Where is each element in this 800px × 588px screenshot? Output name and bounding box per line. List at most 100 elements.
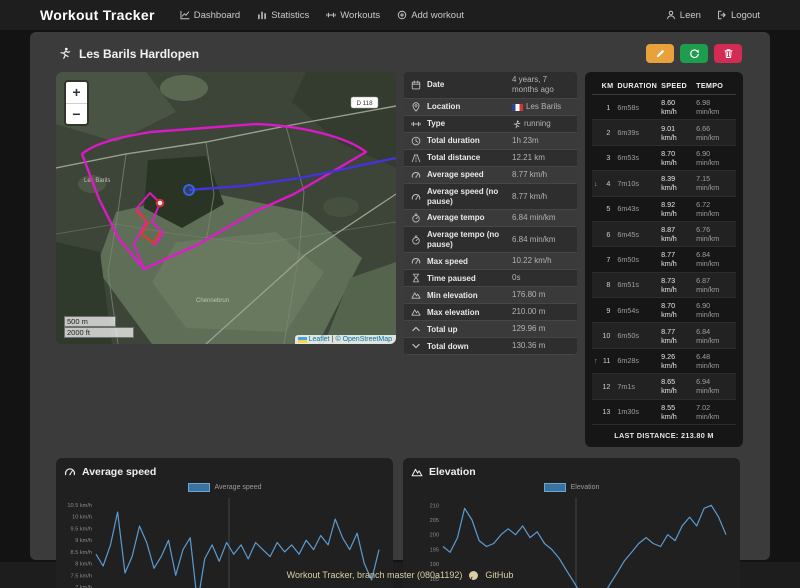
splits-tempo: 7.15 min/km	[694, 170, 736, 197]
pin-icon	[411, 102, 421, 112]
clock-icon	[411, 136, 421, 146]
detail-label: Total down	[427, 341, 469, 351]
splits-speed: 8.70 km/h	[659, 145, 695, 172]
splits-duration: 1m30s	[615, 399, 660, 425]
speed-chart-title-text: Average speed	[82, 465, 157, 478]
splits-duration: 6m45s	[615, 221, 660, 248]
detail-value-text: Les Barils	[526, 102, 562, 111]
splits-duration: 6m58s	[615, 94, 660, 121]
nav-item-label: Add workout	[411, 9, 464, 21]
marker-cell	[592, 246, 600, 273]
nav-user[interactable]: Leen	[666, 10, 701, 21]
legend-label: Average speed	[214, 483, 262, 491]
splits-speed: 8.39 km/h	[659, 170, 695, 197]
splits-km: 13	[599, 399, 616, 425]
splits-tempo: 6.84 min/km	[694, 246, 736, 273]
detail-row: Average tempo 6.84 min/km	[404, 210, 577, 228]
splits-speed: 8.87 km/h	[659, 221, 695, 248]
route-map[interactable]: Les Barils Chennebrun D 118 + − 500 m 20…	[56, 72, 396, 344]
splits-row: ↑ 11 6m28s 9.26 km/h 6.48 min/km	[592, 348, 736, 375]
detail-value-text: 210.00 m	[512, 307, 546, 317]
detail-row: Max speed 10.22 km/h	[404, 253, 577, 271]
legend-swatch	[187, 482, 210, 492]
detail-row: Total distance 12.21 km	[404, 150, 577, 167]
elevation-chart-legend[interactable]: Elevation	[411, 482, 732, 492]
leaflet-link[interactable]: Leaflet	[309, 336, 330, 343]
edit-workout-button[interactable]	[646, 44, 674, 63]
detail-value-text: 0s	[512, 273, 521, 283]
detail-label: Total up	[427, 324, 458, 334]
splits-tempo: 6.66 min/km	[694, 119, 736, 146]
detail-value: 1h 23m	[512, 136, 570, 146]
detail-label: Min elevation	[427, 290, 478, 300]
detail-row: Average speed 8.77 km/h	[404, 167, 577, 184]
logout-icon	[717, 10, 727, 20]
pencil-icon	[655, 48, 666, 59]
detail-label: Type	[427, 119, 446, 129]
detail-value-text: 6.84 min/km	[512, 234, 556, 244]
marker-cell	[592, 196, 600, 222]
average-speed-chart-card: Average speed Average speed 10.5 km/h 10 …	[56, 457, 393, 588]
nav-item-label: Statistics	[271, 9, 310, 21]
splits-duration: 6m53s	[615, 145, 660, 172]
page-title: Les Barils Hardlopen	[58, 47, 199, 61]
y-axis-tick-label: 195	[430, 547, 439, 553]
start-marker[interactable]	[183, 184, 195, 196]
map-scale: 500 m 2000 ft	[64, 316, 134, 338]
km-splits-card: KM DURATION SPEED TEMPO 1 6m58s 8.60 km/h 6.98…	[585, 72, 743, 447]
person-icon	[666, 10, 676, 20]
splits-tempo: 7.02 min/km	[694, 399, 736, 425]
detail-value: 130.36 m	[512, 341, 570, 351]
detail-label: Total distance	[427, 153, 481, 163]
delete-workout-button[interactable]	[714, 44, 742, 63]
marker-cell	[592, 221, 600, 248]
footer-version-text: Workout Tracker, branch master (080a1192…	[286, 570, 463, 580]
dumbbell-icon	[411, 119, 421, 129]
map-label-road-d118: D 118	[356, 100, 373, 107]
nav-logout[interactable]: Logout	[717, 10, 760, 21]
detail-value: 8.77 km/h	[512, 170, 570, 180]
title-row: Les Barils Hardlopen	[56, 40, 744, 72]
detail-value-text: 8.77 km/h	[512, 170, 548, 179]
splits-tempo: 6.48 min/km	[694, 348, 736, 375]
speedometer-icon	[411, 170, 421, 180]
zoom-in-button[interactable]: +	[66, 82, 87, 103]
marker-cell	[592, 297, 600, 324]
splits-km: 2	[599, 119, 616, 146]
plus-circle-icon	[397, 10, 407, 20]
position-marker[interactable]	[155, 198, 165, 208]
attribution-separator: |	[331, 336, 334, 343]
calendar-icon	[411, 80, 421, 90]
splits-speed: 8.60 km/h	[659, 94, 695, 121]
legend-label: Elevation	[570, 483, 600, 491]
splits-row: 13 1m30s 8.55 km/h 7.02 min/km	[592, 399, 736, 425]
splits-row: 5 6m43s 8.92 km/h 6.72 min/km	[592, 196, 736, 222]
detail-label: Average tempo	[427, 213, 485, 223]
y-axis-tick-label: 7.5 km/h	[71, 573, 92, 579]
runner-icon	[512, 120, 521, 129]
splits-tempo: 6.94 min/km	[694, 373, 736, 400]
y-axis-tick-label: 205	[430, 518, 439, 524]
nav-item-dashboard[interactable]: Dashboard	[180, 10, 240, 21]
speed-chart-legend[interactable]: Average speed	[64, 482, 385, 492]
github-link[interactable]: GitHub	[485, 570, 513, 580]
detail-value: 0s	[512, 273, 570, 283]
splits-duration: 6m50s	[615, 322, 660, 349]
refresh-workout-button[interactable]	[680, 44, 708, 63]
detail-row: Total up 129.96 m	[404, 321, 577, 339]
legend-swatch	[543, 482, 566, 492]
zoom-out-button[interactable]: −	[66, 103, 87, 124]
workout-details-table: Date 4 years, 7 months ago Location Les Bar…	[404, 72, 577, 356]
detail-value-text: running	[524, 119, 551, 128]
nav-item-statistics[interactable]: Statistics	[257, 10, 309, 21]
splits-speed: 8.65 km/h	[659, 373, 695, 400]
nav-item-workouts[interactable]: Workouts	[326, 10, 380, 21]
app-brand[interactable]: Workout Tracker	[40, 7, 155, 23]
speedometer-icon	[411, 256, 421, 266]
osm-link[interactable]: © OpenStreetMap	[335, 336, 392, 343]
detail-value-text: 4 years, 7 months ago	[512, 75, 554, 94]
splits-duration: 7m10s	[615, 170, 660, 197]
splits-speed: 8.70 km/h	[659, 297, 695, 324]
splits-km: 5	[599, 196, 616, 222]
nav-item-add-workout[interactable]: Add workout	[397, 10, 464, 21]
